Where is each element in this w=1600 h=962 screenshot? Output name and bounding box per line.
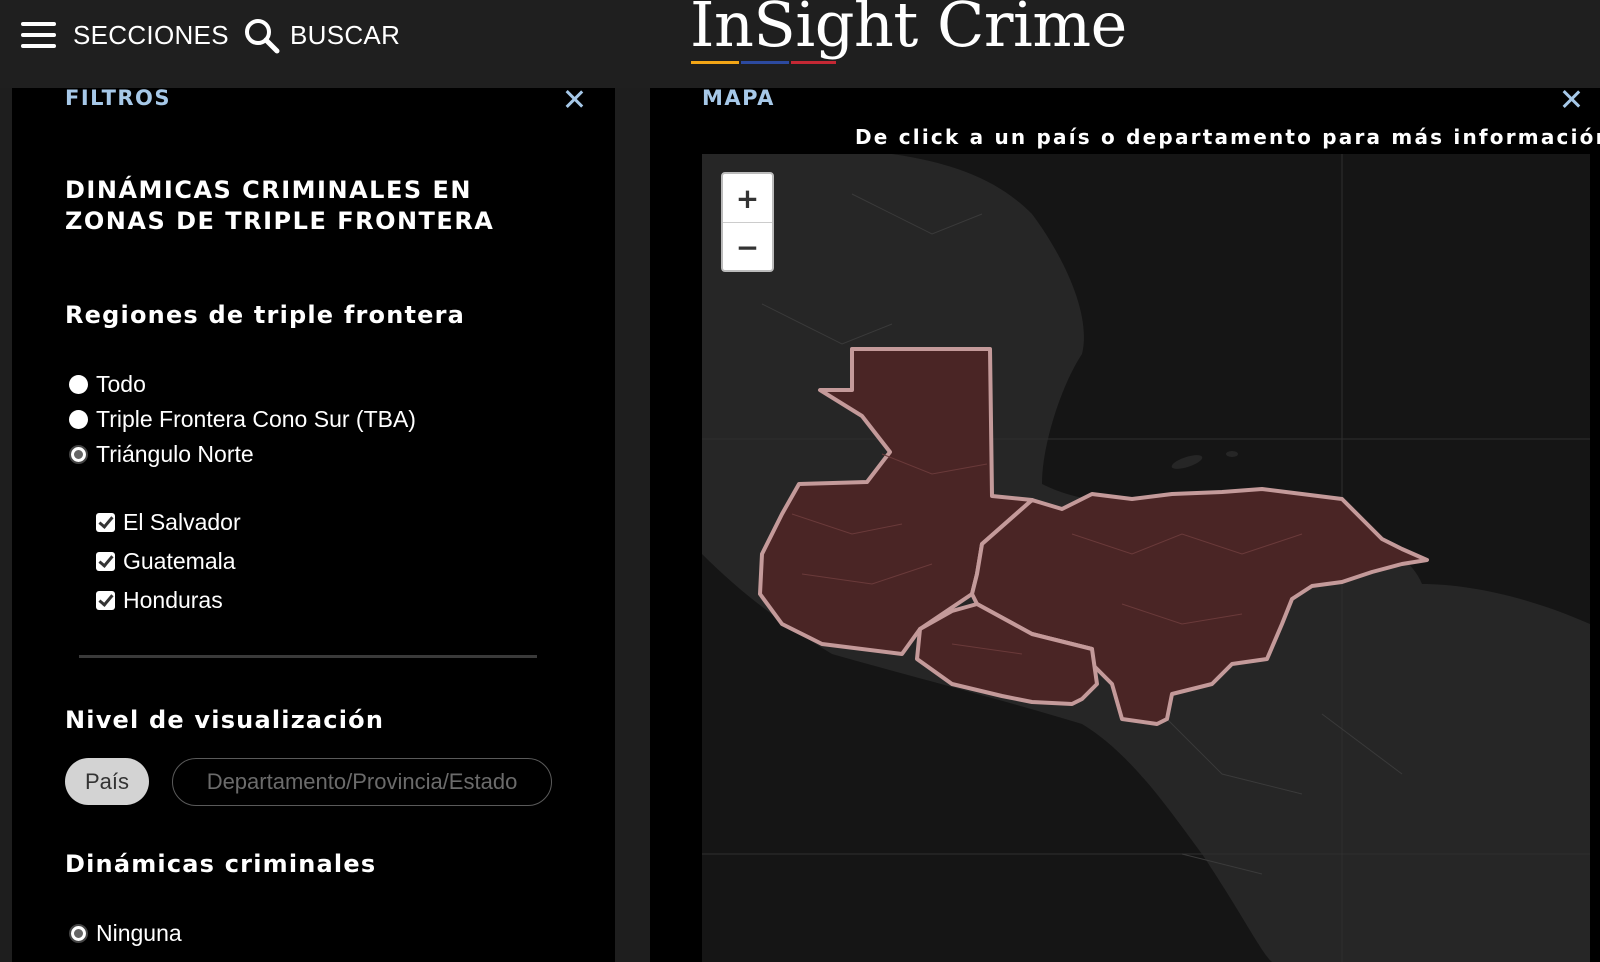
zoom-control: + −	[721, 172, 774, 272]
checkbox-checked-icon[interactable]	[96, 552, 115, 571]
region-option-todo[interactable]: Todo	[69, 371, 146, 398]
map-canvas[interactable]: + −	[702, 154, 1590, 962]
radio-icon[interactable]	[69, 410, 88, 429]
top-bar: SECCIONES BUSCAR InSight Crime	[0, 0, 1600, 88]
site-logo[interactable]: InSight Crime	[690, 0, 1127, 61]
country-checkbox-guatemala[interactable]: Guatemala	[96, 548, 236, 575]
dynamics-option-label: Ninguna	[96, 920, 182, 946]
close-filters-icon[interactable]	[563, 88, 585, 110]
country-checkbox-el-salvador[interactable]: El Salvador	[96, 509, 241, 536]
panel-title: DINÁMICAS CRIMINALES EN ZONAS DE TRIPLE …	[65, 176, 495, 235]
divider	[79, 655, 537, 658]
zoom-out-button[interactable]: −	[723, 223, 772, 271]
checkbox-checked-icon[interactable]	[96, 591, 115, 610]
region-option-label: Todo	[96, 371, 146, 397]
dynamics-option-ninguna[interactable]: Ninguna	[69, 920, 182, 947]
search-icon[interactable]	[243, 17, 281, 55]
region-option-label: Triple Frontera Cono Sur (TBA)	[96, 406, 416, 432]
logo-underline-blue	[741, 61, 789, 64]
region-option-triangulo-norte[interactable]: Triángulo Norte	[69, 441, 254, 468]
basemap	[702, 154, 1590, 962]
logo-underline-red	[791, 61, 836, 64]
sections-menu-link[interactable]: SECCIONES	[73, 20, 229, 51]
country-checkbox-honduras[interactable]: Honduras	[96, 587, 223, 614]
regions-heading: Regiones de triple frontera	[65, 301, 466, 329]
country-label: Honduras	[123, 587, 223, 613]
radio-selected-icon[interactable]	[69, 924, 88, 943]
region-option-label: Triángulo Norte	[96, 441, 254, 467]
filters-panel-label: FILTROS	[65, 86, 172, 110]
visualization-heading: Nivel de visualización	[65, 706, 385, 734]
map-panel-label: MAPA	[702, 86, 775, 110]
zoom-in-button[interactable]: +	[723, 174, 772, 223]
dynamics-heading: Dinámicas criminales	[65, 850, 377, 878]
filters-panel: FILTROS DINÁMICAS CRIMINALES EN ZONAS DE…	[12, 86, 615, 962]
radio-selected-icon[interactable]	[69, 445, 88, 464]
hamburger-menu-icon[interactable]	[21, 22, 57, 50]
country-label: Guatemala	[123, 548, 236, 574]
checkbox-checked-icon[interactable]	[96, 513, 115, 532]
country-label: El Salvador	[123, 509, 241, 535]
level-pais-button[interactable]: País	[65, 758, 149, 805]
map-hint: De click a un país o departamento para m…	[855, 125, 1600, 149]
search-link[interactable]: BUSCAR	[290, 20, 400, 51]
region-option-tba[interactable]: Triple Frontera Cono Sur (TBA)	[69, 406, 416, 433]
logo-underline-orange	[691, 61, 739, 64]
radio-icon[interactable]	[69, 375, 88, 394]
level-departamento-button[interactable]: Departamento/Provincia/Estado	[172, 758, 552, 806]
close-map-icon[interactable]	[1560, 88, 1582, 110]
map-panel: MAPA De click a un país o departamento p…	[650, 86, 1600, 962]
